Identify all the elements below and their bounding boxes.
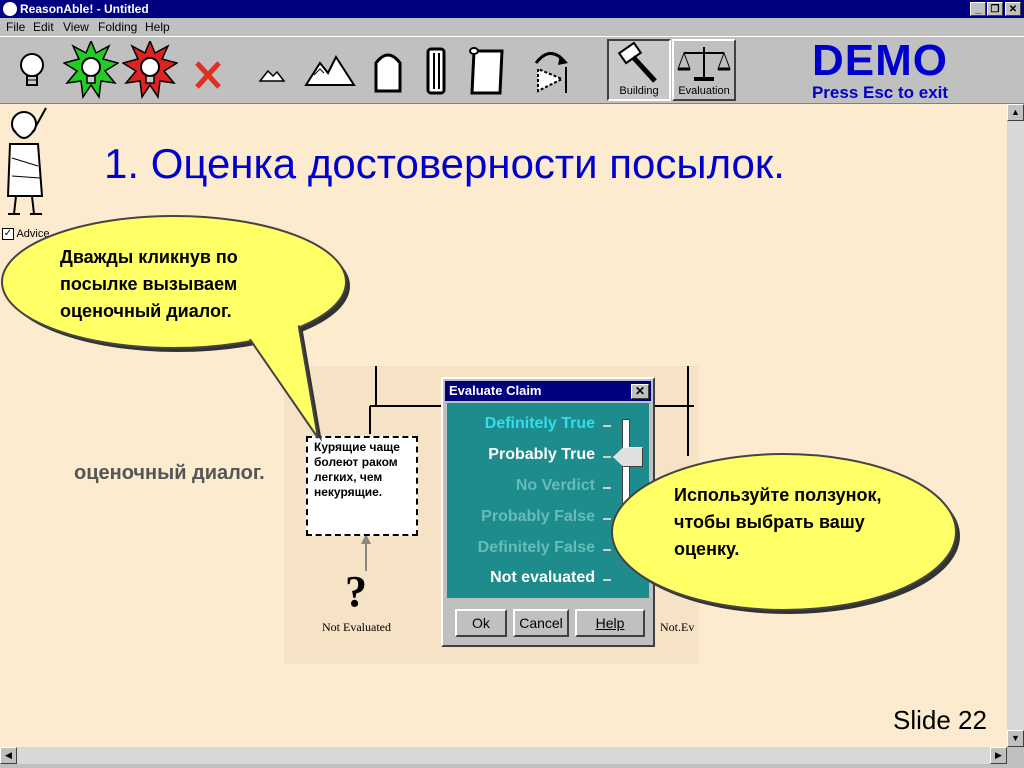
left-evaluation-status: Not Evaluated xyxy=(322,620,391,634)
horizontal-scrollbar[interactable]: ◀ ▶ xyxy=(0,747,1007,764)
small-mountain-icon[interactable] xyxy=(246,41,302,101)
slide-canvas: ✓ Advice 1. Оценка достоверности посылок… xyxy=(0,104,1007,747)
dialog-close-button[interactable]: ✕ xyxy=(631,384,649,399)
rotate-icon[interactable] xyxy=(522,41,578,101)
red-bulb-icon[interactable] xyxy=(121,39,179,101)
dialog-title-bar: Evaluate Claim ✕ xyxy=(445,381,651,401)
demo-hint: Press Esc to exit xyxy=(811,83,949,102)
philosopher-advisor-icon[interactable] xyxy=(2,106,54,222)
evaluation-mode-label: Evaluation xyxy=(678,85,730,97)
menu-bar: File Edit View Folding Help xyxy=(0,18,1024,36)
question-mark-icon: ? xyxy=(345,567,367,616)
hidden-text-fragment: оценочный диалог. xyxy=(74,462,265,484)
ok-button[interactable]: Ok xyxy=(455,609,507,637)
slide-number: Slide 22 xyxy=(893,705,987,735)
menu-help[interactable]: Help xyxy=(145,20,170,34)
restore-button[interactable]: ❐ xyxy=(987,2,1003,16)
menu-file[interactable]: File xyxy=(6,20,25,34)
scroll-icon[interactable] xyxy=(460,41,516,101)
dialog-title: Evaluate Claim xyxy=(449,383,542,398)
close-button[interactable]: ✕ xyxy=(1005,2,1021,16)
scrollbar-corner xyxy=(1007,747,1024,764)
mountains-icon[interactable] xyxy=(302,41,358,101)
right-callout-text: Используйте ползунок, чтобы выбрать вашу… xyxy=(674,485,882,559)
menu-edit[interactable]: Edit xyxy=(33,20,54,34)
option-definitely-true[interactable]: Definitely True xyxy=(447,415,595,433)
vertical-scrollbar[interactable]: ▲ ▼ xyxy=(1007,104,1024,747)
minimize-button[interactable]: _ xyxy=(970,2,986,16)
demo-label: DEMO xyxy=(812,36,948,85)
scroll-down-button[interactable]: ▼ xyxy=(1007,730,1024,747)
slide-title: 1. Оценка достоверности посылок. xyxy=(104,140,785,187)
red-x-icon[interactable] xyxy=(181,41,237,101)
menu-folding[interactable]: Folding xyxy=(98,20,137,34)
evaluation-mode-button[interactable]: Evaluation xyxy=(672,39,736,101)
scroll-up-button[interactable]: ▲ xyxy=(1007,104,1024,121)
green-bulb-icon[interactable] xyxy=(62,39,120,101)
building-mode-label: Building xyxy=(619,85,659,97)
scroll-left-button[interactable]: ◀ xyxy=(0,747,17,764)
slider-tick xyxy=(603,425,611,427)
window-title: ReasonAble! - Untitled xyxy=(20,2,149,16)
cancel-button[interactable]: Cancel xyxy=(513,609,569,637)
scales-icon xyxy=(677,47,731,81)
app-icon xyxy=(3,2,17,16)
window-title-bar: ReasonAble! - Untitled _ ❐ ✕ xyxy=(0,0,1024,18)
status-bar xyxy=(0,764,1024,768)
hammer-icon xyxy=(617,41,657,83)
menu-view[interactable]: View xyxy=(63,20,89,34)
left-callout-text: Дважды кликнув по посылке вызываем оцено… xyxy=(60,247,238,321)
bulb-icon[interactable] xyxy=(4,41,60,101)
demo-banner: DEMO Press Esc to exit xyxy=(800,38,960,102)
building-mode-button[interactable]: Building xyxy=(607,39,671,101)
pillar-icon[interactable] xyxy=(408,41,464,101)
scroll-right-button[interactable]: ▶ xyxy=(990,747,1007,764)
